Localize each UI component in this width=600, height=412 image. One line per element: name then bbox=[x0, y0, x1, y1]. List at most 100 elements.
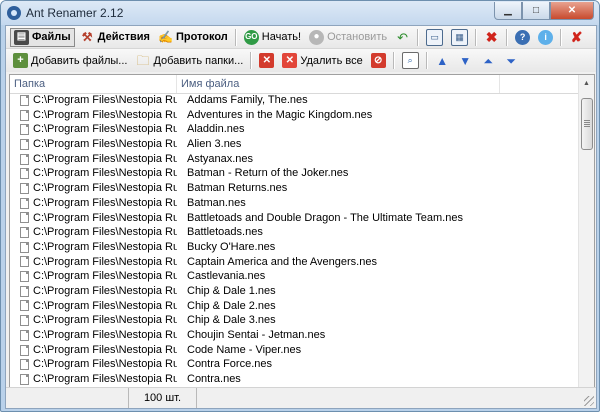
table-row[interactable]: C:\Program Files\Nestopia Russi... Alien … bbox=[10, 137, 578, 152]
table-row[interactable]: C:\Program Files\Nestopia Russi... Chip &… bbox=[10, 313, 578, 328]
table-row[interactable]: C:\Program Files\Nestopia Russi... Chip &… bbox=[10, 299, 578, 314]
table-row[interactable]: C:\Program Files\Nestopia Russi... Chouji… bbox=[10, 328, 578, 343]
remove-all-button[interactable]: ✕ Удалить все bbox=[279, 51, 365, 70]
toolbar-separator bbox=[417, 28, 420, 46]
about-button[interactable]: i bbox=[535, 28, 556, 47]
move-top-icon: ⏶ bbox=[483, 53, 493, 68]
undo-button[interactable]: ↶ bbox=[392, 28, 413, 47]
folder-path: C:\Program Files\Nestopia Russi... bbox=[33, 196, 177, 209]
file-icon bbox=[20, 197, 29, 209]
scroll-up-arrow[interactable]: ▲ bbox=[579, 76, 594, 91]
move-down-button[interactable]: ▼ bbox=[455, 51, 476, 70]
scroll-thumb[interactable] bbox=[581, 98, 593, 150]
table-row[interactable]: C:\Program Files\Nestopia Russi... Astyan… bbox=[10, 152, 578, 167]
filename-cell: Castlevania.nes bbox=[187, 270, 266, 283]
table-row[interactable]: C:\Program Files\Nestopia Russi... Advent… bbox=[10, 108, 578, 123]
exit-button[interactable]: ✖ bbox=[481, 28, 502, 47]
file-icon bbox=[20, 124, 29, 136]
go-button[interactable]: GO Начать! bbox=[241, 28, 304, 47]
table-row[interactable]: C:\Program Files\Nestopia Russi... Aladdi… bbox=[10, 122, 578, 137]
table-row[interactable]: C:\Program Files\Nestopia Russi... Battle… bbox=[10, 211, 578, 226]
minimize-button[interactable]: ▁ bbox=[494, 2, 522, 20]
maximize-button[interactable]: □ bbox=[522, 2, 550, 20]
folder-path: C:\Program Files\Nestopia Russi... bbox=[33, 343, 177, 356]
add-files-icon: + bbox=[13, 53, 28, 68]
table-row[interactable]: C:\Program Files\Nestopia Russi... Addams… bbox=[10, 93, 578, 108]
folder-path: C:\Program Files\Nestopia Russi... bbox=[33, 314, 177, 327]
remove-selected-button[interactable]: ✕ bbox=[256, 51, 277, 70]
folder-cell: C:\Program Files\Nestopia Russi... bbox=[10, 255, 177, 270]
toolbar-separator bbox=[392, 52, 395, 69]
stop-button[interactable]: ● Остановить bbox=[306, 28, 390, 47]
tab-actions[interactable]: ⚒ Действия bbox=[77, 28, 153, 47]
add-folders-label: Добавить папки... bbox=[153, 54, 244, 67]
resize-grip[interactable] bbox=[584, 396, 594, 406]
table-row[interactable]: C:\Program Files\Nestopia Russi... Bucky … bbox=[10, 240, 578, 255]
folder-cell: C:\Program Files\Nestopia Russi... bbox=[10, 240, 177, 255]
list-header: Папка Имя файла bbox=[10, 75, 578, 94]
filename-cell: Addams Family, The.nes bbox=[187, 94, 308, 106]
status-file-count: 100 шт. bbox=[129, 388, 197, 408]
client-area: ▤ Файлы ⚒ Действия ✍ Протокол GO Начать!… bbox=[5, 25, 597, 409]
filename-cell: Contra Force.nes bbox=[187, 358, 272, 371]
table-row[interactable]: C:\Program Files\Nestopia Russi... Batman… bbox=[10, 196, 578, 211]
table-row[interactable]: C:\Program Files\Nestopia Russi... Captai… bbox=[10, 255, 578, 270]
remove-all-label: Удалить все bbox=[300, 54, 363, 67]
filename-cell: Aladdin.nes bbox=[187, 123, 245, 136]
tab-actions-label: Действия bbox=[97, 31, 150, 43]
tab-log[interactable]: ✍ Протокол bbox=[155, 28, 231, 47]
file-list[interactable]: Папка Имя файла C:\Program Files\Nestopi… bbox=[9, 74, 595, 405]
table-row[interactable]: C:\Program Files\Nestopia Russi... Castle… bbox=[10, 269, 578, 284]
remove-dead-button[interactable]: ⊘ bbox=[368, 51, 389, 70]
help-button[interactable]: ? bbox=[512, 28, 533, 47]
column-header-folder[interactable]: Папка bbox=[10, 75, 177, 93]
table-row[interactable]: C:\Program Files\Nestopia Russi... Battle… bbox=[10, 225, 578, 240]
stop-label: Остановить bbox=[327, 31, 388, 43]
toolbar-separator bbox=[425, 52, 428, 69]
file-rows: C:\Program Files\Nestopia Russi... Addams… bbox=[10, 93, 578, 387]
preview-button[interactable]: ⌕ bbox=[399, 51, 422, 70]
table-row[interactable]: C:\Program Files\Nestopia Russi... Chip &… bbox=[10, 284, 578, 299]
folder-cell: C:\Program Files\Nestopia Russi... bbox=[10, 152, 177, 167]
vertical-scrollbar[interactable]: ▲ ▼ bbox=[578, 75, 594, 404]
table-row[interactable]: C:\Program Files\Nestopia Russi... Code N… bbox=[10, 343, 578, 358]
window-button[interactable]: ▭ bbox=[423, 28, 446, 47]
folder-path: C:\Program Files\Nestopia Russi... bbox=[33, 94, 177, 106]
table-row[interactable]: C:\Program Files\Nestopia Russi... Contra… bbox=[10, 372, 578, 387]
filename-cell: Code Name - Viper.nes bbox=[187, 343, 302, 356]
exit-app-button[interactable]: ✘ bbox=[566, 28, 587, 47]
move-up-button[interactable]: ▲ bbox=[432, 51, 453, 70]
column-header-filename[interactable]: Имя файла bbox=[177, 75, 500, 93]
tab-files[interactable]: ▤ Файлы bbox=[10, 27, 75, 47]
close-button[interactable]: ✕ bbox=[550, 2, 594, 20]
preview-icon: ⌕ bbox=[401, 52, 419, 69]
folder-path: C:\Program Files\Nestopia Russi... bbox=[33, 270, 177, 283]
main-toolbar: ▤ Файлы ⚒ Действия ✍ Протокол GO Начать!… bbox=[6, 26, 596, 49]
toolbar-separator bbox=[234, 28, 237, 46]
folder-path: C:\Program Files\Nestopia Russi... bbox=[33, 138, 177, 151]
filename-cell: Chip & Dale 1.nes bbox=[187, 284, 276, 297]
folder-path: C:\Program Files\Nestopia Russi... bbox=[33, 211, 177, 224]
table-row[interactable]: C:\Program Files\Nestopia Russi... Batman… bbox=[10, 166, 578, 181]
folder-cell: C:\Program Files\Nestopia Russi... bbox=[10, 357, 177, 372]
about-icon: i bbox=[538, 29, 554, 45]
add-folders-button[interactable]: 🗀 Добавить папки... bbox=[132, 51, 246, 70]
title-bar[interactable]: Ant Renamer 2.12 ▁ □ ✕ bbox=[1, 1, 599, 25]
filename-cell: Alien 3.nes bbox=[187, 138, 242, 151]
folder-path: C:\Program Files\Nestopia Russi... bbox=[33, 284, 177, 297]
filename-cell: Bucky O'Hare.nes bbox=[187, 240, 276, 253]
window-grid-button[interactable]: ▦ bbox=[448, 28, 471, 47]
filename-cell: Captain America and the Avengers.nes bbox=[187, 255, 377, 268]
filename-cell: Astyanax.nes bbox=[187, 152, 254, 165]
status-bar: 100 шт. bbox=[6, 387, 596, 408]
move-top-button[interactable]: ⏶ bbox=[478, 51, 499, 70]
filename-cell: Adventures in the Magic Kingdom.nes bbox=[187, 108, 373, 121]
table-row[interactable]: C:\Program Files\Nestopia Russi... Batman… bbox=[10, 181, 578, 196]
undo-icon: ↶ bbox=[397, 29, 409, 45]
column-header-extra[interactable] bbox=[500, 75, 578, 93]
file-icon bbox=[20, 285, 29, 297]
folder-path: C:\Program Files\Nestopia Russi... bbox=[33, 299, 177, 312]
move-bottom-button[interactable]: ⏷ bbox=[501, 51, 522, 70]
add-files-button[interactable]: + Добавить файлы... bbox=[10, 51, 130, 70]
table-row[interactable]: C:\Program Files\Nestopia Russi... Contra… bbox=[10, 357, 578, 372]
